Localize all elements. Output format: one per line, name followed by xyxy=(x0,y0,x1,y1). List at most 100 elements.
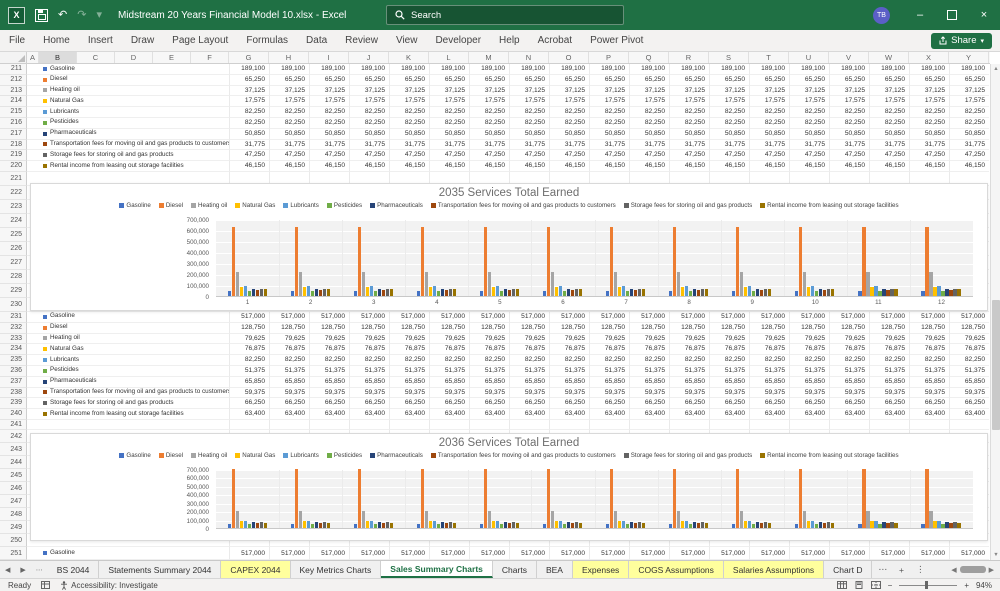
cell[interactable]: 82,250 xyxy=(909,355,949,366)
cell[interactable]: 31,775 xyxy=(949,139,989,151)
cell[interactable]: 47,250 xyxy=(349,150,389,162)
cell[interactable]: 37,125 xyxy=(629,85,669,97)
cell[interactable]: 76,875 xyxy=(869,344,909,356)
cell[interactable]: 65,850 xyxy=(509,376,549,388)
cell[interactable]: 66,250 xyxy=(509,398,549,410)
cell[interactable]: 82,250 xyxy=(869,355,909,366)
cell[interactable]: 37,125 xyxy=(869,85,909,97)
ribbon-tab-insert[interactable]: Insert xyxy=(79,30,122,52)
scroll-up-icon[interactable]: ▲ xyxy=(991,64,1000,74)
page-break-view-icon[interactable] xyxy=(870,581,881,589)
cell[interactable]: 66,250 xyxy=(789,398,829,410)
cell[interactable]: 47,250 xyxy=(229,150,269,162)
cell[interactable]: 65,250 xyxy=(709,74,749,86)
cell[interactable]: 82,250 xyxy=(469,355,509,366)
cell[interactable]: 65,850 xyxy=(349,376,389,388)
cell[interactable]: 517,000 xyxy=(349,311,389,323)
minimize-button[interactable]: – xyxy=(904,0,936,30)
row-label[interactable]: Pesticides xyxy=(39,118,229,129)
cell[interactable]: 76,875 xyxy=(909,344,949,356)
cell[interactable]: 63,400 xyxy=(509,409,549,420)
new-sheet-button[interactable]: + xyxy=(893,561,910,578)
cell[interactable]: 66,250 xyxy=(829,398,869,410)
cell[interactable]: 517,000 xyxy=(429,546,469,560)
zoom-out-icon[interactable]: − xyxy=(888,581,893,590)
cell[interactable]: 128,750 xyxy=(869,322,909,334)
cell[interactable]: 47,250 xyxy=(829,150,869,162)
cell[interactable]: 63,400 xyxy=(629,409,669,420)
cell[interactable] xyxy=(27,107,39,118)
column-header-R[interactable]: R xyxy=(669,52,709,63)
cell[interactable]: 189,100 xyxy=(309,64,349,75)
cell[interactable]: 66,250 xyxy=(669,398,709,410)
cell[interactable]: 59,375 xyxy=(589,387,629,399)
cell[interactable] xyxy=(27,118,39,129)
cell[interactable]: 65,850 xyxy=(909,376,949,388)
row-header-241[interactable]: 241 xyxy=(0,419,27,430)
cell[interactable]: 79,625 xyxy=(429,333,469,345)
row-label[interactable]: Transportation fees for moving oil and g… xyxy=(39,140,229,151)
cell[interactable]: 76,875 xyxy=(389,344,429,356)
cell[interactable] xyxy=(27,398,39,410)
cell[interactable]: 79,625 xyxy=(669,333,709,345)
row-label[interactable]: Storage fees for storing oil and gas pro… xyxy=(39,150,229,162)
cell[interactable]: 189,100 xyxy=(789,64,829,75)
cell[interactable]: 59,375 xyxy=(829,387,869,399)
cell[interactable]: 128,750 xyxy=(589,322,629,334)
row-label[interactable]: Lubricants xyxy=(39,107,229,118)
cell[interactable]: 128,750 xyxy=(549,322,589,334)
cell[interactable]: 66,250 xyxy=(229,398,269,410)
cell[interactable]: 46,150 xyxy=(509,161,549,172)
row-header-247[interactable]: 247 xyxy=(0,494,27,508)
cell[interactable]: 517,000 xyxy=(269,546,309,560)
cell[interactable]: 65,250 xyxy=(309,74,349,86)
cell[interactable]: 63,400 xyxy=(469,409,509,420)
cell[interactable]: 65,250 xyxy=(829,74,869,86)
row-header-238[interactable]: 238 xyxy=(0,387,27,399)
cell[interactable]: 517,000 xyxy=(629,311,669,323)
chart-2036-services-total-earned[interactable]: 2036 Services Total Earned Gasoline Diese… xyxy=(30,433,988,541)
cell[interactable]: 17,575 xyxy=(829,96,869,108)
cell[interactable]: 37,125 xyxy=(589,85,629,97)
cell[interactable]: 51,375 xyxy=(869,365,909,377)
column-header-M[interactable]: M xyxy=(469,52,509,63)
cell[interactable]: 65,250 xyxy=(549,74,589,86)
cell[interactable]: 65,850 xyxy=(469,376,509,388)
cell[interactable]: 51,375 xyxy=(349,365,389,377)
cell[interactable]: 59,375 xyxy=(629,387,669,399)
cell[interactable]: 59,375 xyxy=(789,387,829,399)
cell[interactable]: 82,250 xyxy=(509,355,549,366)
cell[interactable]: 47,250 xyxy=(589,150,629,162)
cell[interactable]: 63,400 xyxy=(549,409,589,420)
hscroll-left-icon[interactable]: ◀ xyxy=(951,566,956,574)
cell[interactable] xyxy=(629,419,669,430)
cell[interactable]: 31,775 xyxy=(589,139,629,151)
cell[interactable]: 517,000 xyxy=(509,546,549,560)
cell[interactable]: 65,850 xyxy=(749,376,789,388)
row-header-232[interactable]: 232 xyxy=(0,322,27,334)
cell[interactable]: 66,250 xyxy=(469,398,509,410)
row-label[interactable]: Gasoline xyxy=(39,312,229,323)
cell[interactable]: 37,125 xyxy=(389,85,429,97)
row-header-217[interactable]: 217 xyxy=(0,128,27,140)
cell[interactable]: 17,575 xyxy=(469,96,509,108)
sheet-tab-statements-summary-2044[interactable]: Statements Summary 2044 xyxy=(99,561,222,578)
cell[interactable]: 82,250 xyxy=(509,117,549,129)
row-header-245[interactable]: 245 xyxy=(0,468,27,482)
cell[interactable]: 189,100 xyxy=(349,64,389,75)
cell[interactable]: 517,000 xyxy=(869,311,909,323)
cell[interactable]: 59,375 xyxy=(709,387,749,399)
cell[interactable]: 59,375 xyxy=(269,387,309,399)
cell[interactable]: 79,625 xyxy=(509,333,549,345)
row-label[interactable]: Diesel xyxy=(39,323,229,334)
sheet-tab-expenses[interactable]: Expenses xyxy=(572,561,630,578)
cell[interactable]: 76,875 xyxy=(509,344,549,356)
row-label[interactable]: Gasoline xyxy=(39,547,229,560)
cell[interactable]: 128,750 xyxy=(749,322,789,334)
cell[interactable]: 189,100 xyxy=(429,64,469,75)
cell[interactable]: 79,625 xyxy=(949,333,989,345)
row-header-216[interactable]: 216 xyxy=(0,117,27,129)
row-label[interactable]: Pesticides xyxy=(39,366,229,377)
cell[interactable]: 46,150 xyxy=(589,161,629,172)
cell[interactable]: 47,250 xyxy=(709,150,749,162)
